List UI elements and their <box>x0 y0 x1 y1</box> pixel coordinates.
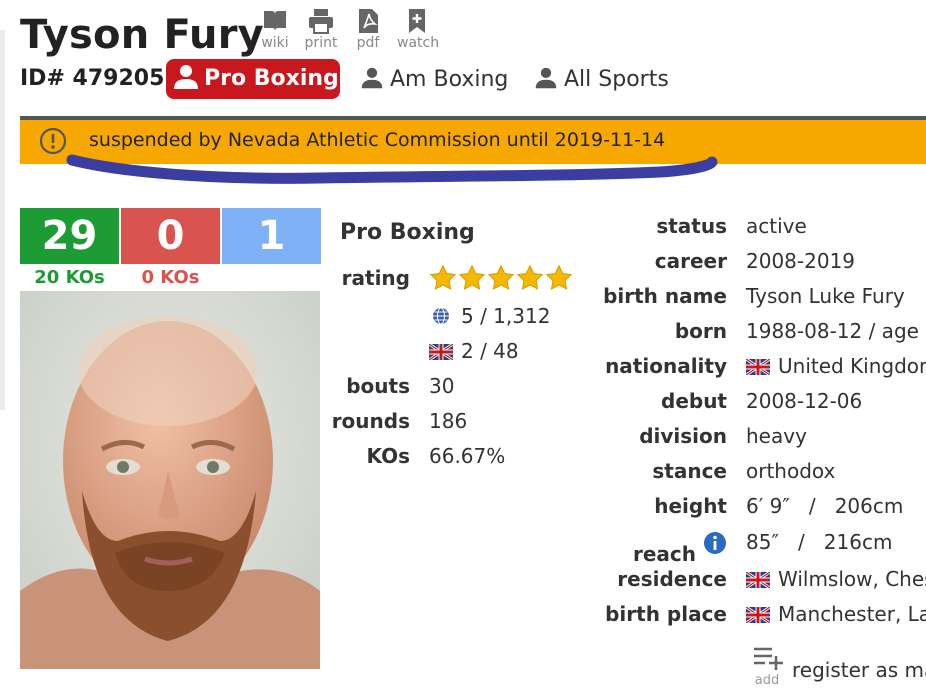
star-icon <box>429 264 457 290</box>
bio-value-stance: orthodox <box>746 459 836 483</box>
bio-label-height: height <box>654 494 727 518</box>
country-rank-value: 2 / 48 <box>461 339 519 363</box>
star-icon <box>487 264 515 290</box>
tab-pro-boxing-label: Pro Boxing <box>204 66 339 91</box>
bio-value-residence[interactable]: Wilmslow, Ches <box>746 567 926 591</box>
bouts-label: bouts <box>346 374 410 398</box>
bio-value-status: active <box>746 214 807 238</box>
rating-label: rating <box>341 266 410 290</box>
bio-label-residence: residence <box>617 567 727 591</box>
print-label: print <box>304 35 338 51</box>
bio-label-reach: reach <box>590 531 727 566</box>
wiki-label: wiki <box>261 35 289 51</box>
bookmark-icon <box>409 9 425 33</box>
birth-place-text: Manchester, Lar <box>778 602 926 626</box>
suspension-text: suspended by Nevada Athletic Commission … <box>89 129 666 151</box>
bio-label-nationality: nationality <box>605 354 727 378</box>
bio-label-stance: stance <box>652 459 727 483</box>
wins-count: 29 <box>20 208 119 264</box>
tab-am-boxing[interactable]: Am Boxing <box>360 66 508 92</box>
wins-kos: 20 KOs <box>34 267 105 288</box>
star-icon <box>458 264 486 290</box>
print-button[interactable]: print <box>301 8 341 51</box>
person-icon <box>535 67 557 89</box>
add-label: add <box>754 673 780 688</box>
uk-flag-icon <box>746 359 770 375</box>
rounds-label: rounds <box>331 409 410 433</box>
bio-value-birth-name: Tyson Luke Fury <box>746 284 905 308</box>
tab-all-sports-label: All Sports <box>564 67 669 92</box>
bio-label-division: division <box>639 424 727 448</box>
pdf-button[interactable]: pdf <box>348 8 388 51</box>
uk-flag-icon <box>746 572 770 588</box>
bio-value-height: 6′ 9″ / 206cm <box>746 494 904 518</box>
globe-icon <box>433 307 449 325</box>
bio-label-debut: debut <box>661 389 727 413</box>
uk-flag-icon <box>429 344 453 360</box>
residence-text: Wilmslow, Ches <box>778 567 926 591</box>
tab-am-boxing-label: Am Boxing <box>390 67 509 92</box>
wiki-button[interactable]: wiki <box>255 8 295 51</box>
bio-label-status: status <box>656 214 727 238</box>
printer-icon <box>309 9 333 34</box>
playlist-add-icon <box>754 647 783 670</box>
star-icon <box>545 264 573 290</box>
uk-flag-icon <box>746 607 770 623</box>
boxer-photo <box>20 291 320 669</box>
bio-label-birth-name: birth name <box>603 284 727 308</box>
losses-count: 0 <box>121 208 220 264</box>
world-rank-value: 5 / 1,312 <box>461 304 551 328</box>
star-icon <box>516 264 544 290</box>
draws-count: 1 <box>222 208 321 264</box>
bio-value-reach: 85″ / 216cm <box>746 530 893 554</box>
pdf-file-icon <box>359 9 378 33</box>
bio-value-career: 2008-2019 <box>746 249 856 273</box>
boxer-name: Tyson Fury <box>20 12 264 58</box>
person-icon <box>361 67 383 89</box>
page-edge <box>0 30 5 410</box>
bio-label-career: career <box>654 249 727 273</box>
info-icon[interactable] <box>703 531 727 555</box>
bouts-value: 30 <box>429 374 455 398</box>
tab-all-sports[interactable]: All Sports <box>534 66 669 92</box>
rounds-value: 186 <box>429 409 468 433</box>
bio-value-birth-place[interactable]: Manchester, Lar <box>746 602 926 626</box>
boxer-portrait-image <box>20 291 320 669</box>
nationality-text: United Kingdom <box>778 354 926 378</box>
tab-pro-boxing[interactable]: Pro Boxing <box>166 59 340 99</box>
person-icon <box>174 65 198 89</box>
underline-annotation <box>66 154 718 184</box>
country-rank[interactable]: 2 / 48 <box>429 339 519 363</box>
kos-label: KOs <box>366 444 410 468</box>
bio-value-debut[interactable]: 2008-12-06 <box>746 389 862 413</box>
bio-value-nationality[interactable]: United Kingdom <box>746 354 926 378</box>
pdf-label: pdf <box>356 35 380 51</box>
kos-value: 66.67% <box>429 444 506 468</box>
register-text: register as ma <box>792 658 926 682</box>
watch-button[interactable]: watch <box>397 8 440 51</box>
watch-label: watch <box>397 35 440 51</box>
bio-value-division[interactable]: heavy <box>746 424 807 448</box>
reach-label-text: reach <box>633 542 697 566</box>
rating-stars <box>429 264 574 297</box>
boxer-id: ID# 479205 <box>20 66 165 91</box>
bio-label-birth-place: birth place <box>605 602 727 626</box>
world-rank[interactable]: 5 / 1,312 <box>429 304 550 328</box>
book-icon <box>264 11 286 31</box>
losses-kos: 0 KOs <box>141 267 200 288</box>
section-title-pro-boxing: Pro Boxing <box>340 220 475 245</box>
bio-label-born: born <box>674 319 727 343</box>
bio-value-born: 1988-08-12 / age 3 <box>746 319 926 343</box>
